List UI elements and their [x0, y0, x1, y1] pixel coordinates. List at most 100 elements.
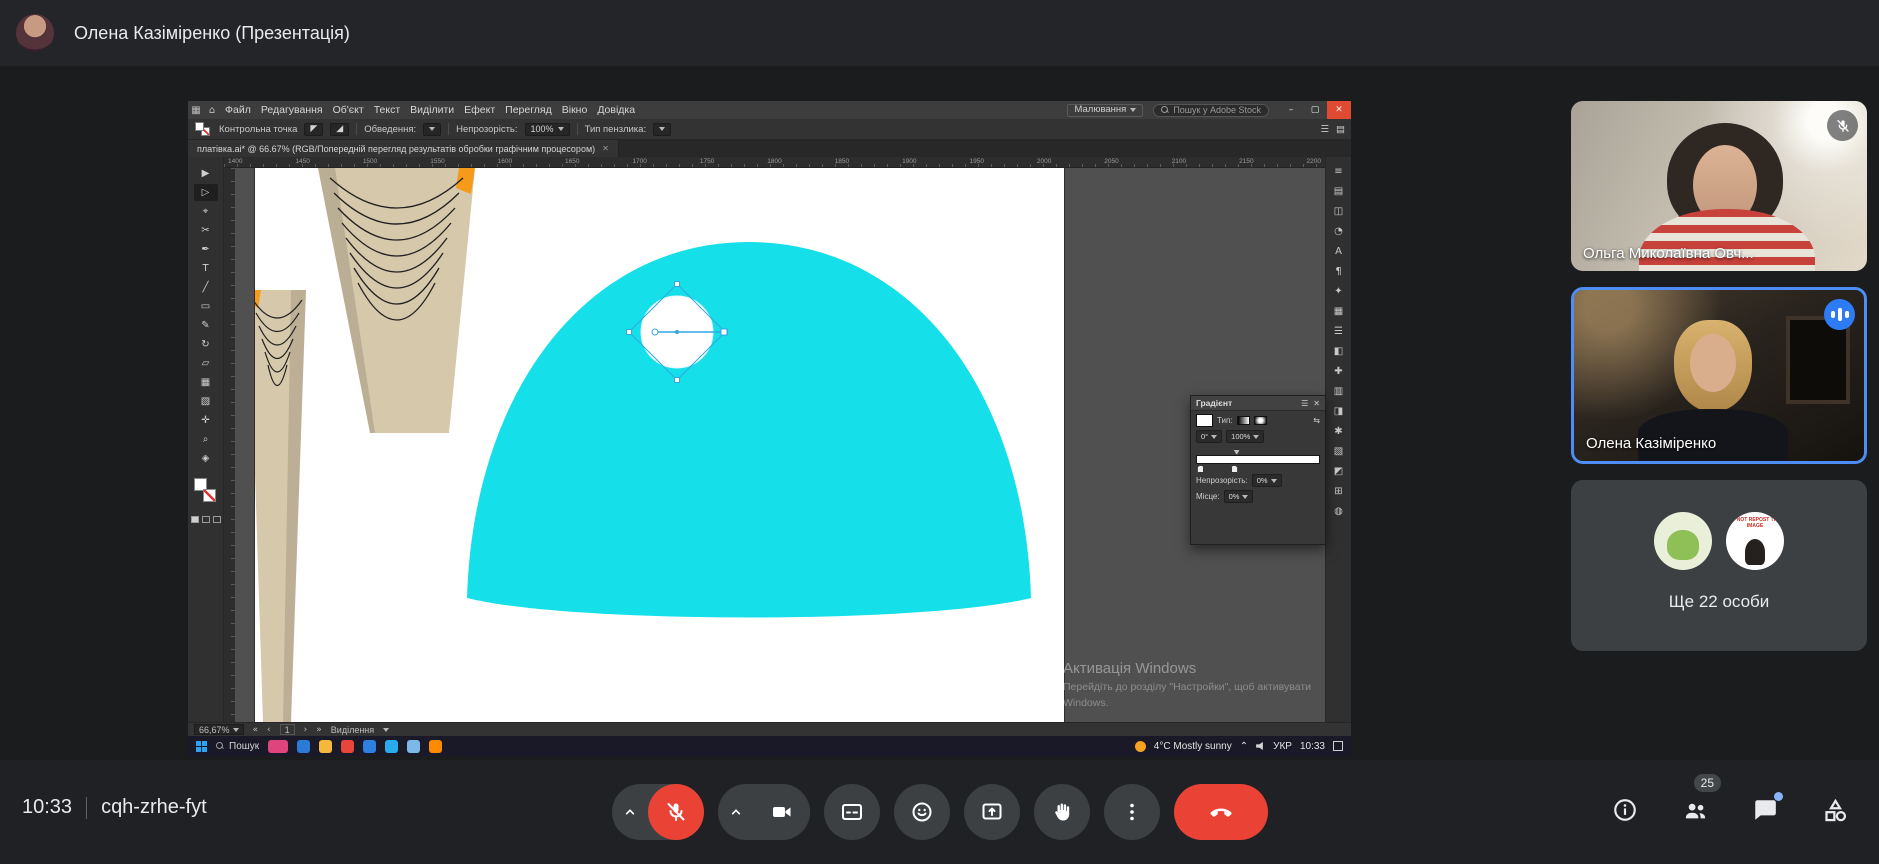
captions-button[interactable] — [824, 784, 880, 840]
maximize-button[interactable]: ▢ — [1303, 101, 1327, 119]
camera-button[interactable] — [754, 784, 810, 840]
radial-gradient-button[interactable] — [1254, 416, 1267, 425]
close-tab-icon[interactable]: ✕ — [602, 144, 609, 153]
taskbar-folder-icon[interactable] — [319, 740, 332, 753]
convert-smooth-button[interactable]: ◢ — [330, 123, 349, 136]
taskbar-chrome-icon[interactable] — [341, 740, 354, 753]
convert-corner-button[interactable]: ◤ — [304, 123, 323, 136]
home-icon[interactable]: ⌂ — [204, 105, 220, 116]
participant-tile-speaking[interactable]: Олена Казіміренко — [1571, 287, 1867, 464]
taskbar-mail-icon[interactable] — [297, 740, 310, 753]
gradient-panel-header[interactable]: Градієнт ☰ ✕ — [1191, 396, 1325, 411]
blend-tool-icon[interactable]: ✛ — [194, 412, 218, 429]
dock-panel-icon[interactable]: ◍ — [1329, 503, 1349, 520]
stop-location-dropdown[interactable]: 0% — [1224, 490, 1254, 503]
present-button[interactable] — [964, 784, 1020, 840]
cup-narrow[interactable] — [255, 290, 306, 722]
dock-panel-icon[interactable]: ▥ — [1329, 383, 1349, 400]
type-tool-icon[interactable]: T — [194, 260, 218, 277]
zoom-dropdown[interactable]: 66,67% — [194, 724, 244, 735]
dock-panel-icon[interactable]: ⊞ — [1329, 483, 1349, 500]
next-artboard-icon[interactable]: › — [304, 725, 308, 735]
dock-panel-icon[interactable]: ◧ — [1329, 343, 1349, 360]
magic-wand-tool-icon[interactable]: ⌖ — [194, 203, 218, 220]
horizontal-ruler[interactable]: 1400 1450 1500 1550 1600 1650 1700 1750 … — [224, 157, 1325, 168]
selection-tool-icon[interactable]: ▶ — [194, 165, 218, 182]
pencil-tool-icon[interactable]: ✎ — [194, 317, 218, 334]
meeting-details-button[interactable] — [1611, 796, 1639, 824]
color-mode-buttons[interactable] — [191, 516, 221, 523]
menu-select[interactable]: Виділити — [405, 104, 459, 116]
panel-grid-icon[interactable]: ▤ — [1336, 124, 1345, 135]
tray-expand-icon[interactable]: ⌃ — [1240, 741, 1248, 752]
gradient-button[interactable] — [202, 516, 210, 523]
taskbar-edge-icon[interactable] — [363, 740, 376, 753]
menu-help[interactable]: Довідка — [592, 104, 640, 116]
dock-panel-icon[interactable]: ◨ — [1329, 403, 1349, 420]
dock-panel-icon[interactable]: ◩ — [1329, 463, 1349, 480]
activities-button[interactable] — [1821, 796, 1849, 824]
taskbar-search[interactable]: Пошук — [216, 741, 259, 752]
dock-panel-icon[interactable]: ✚ — [1329, 363, 1349, 380]
direct-selection-tool-icon[interactable]: ▷ — [194, 184, 218, 201]
dome-shape[interactable] — [467, 242, 1031, 618]
dock-panel-icon[interactable]: ▦ — [1329, 303, 1349, 320]
menu-edit[interactable]: Редагування — [256, 104, 328, 116]
notification-center-icon[interactable] — [1333, 741, 1343, 751]
taskbar-clock[interactable]: 10:33 — [1300, 741, 1325, 752]
prev-artboard-icon[interactable]: ‹ — [267, 725, 271, 735]
pen-tool-icon[interactable]: ✒ — [194, 241, 218, 258]
menu-object[interactable]: Об'єкт — [328, 104, 369, 116]
participant-tile[interactable]: Ольга Миколаївна Овч... — [1571, 101, 1867, 271]
minimize-button[interactable]: – — [1279, 101, 1303, 119]
panel-menu-icon[interactable]: ☰ — [1320, 124, 1329, 135]
panel-menu-icon[interactable]: ☰ — [1301, 399, 1308, 408]
rectangle-tool-icon[interactable]: ▭ — [194, 298, 218, 315]
dock-panel-icon[interactable]: ▧ — [1329, 443, 1349, 460]
first-artboard-icon[interactable]: « — [253, 725, 259, 735]
dock-panel-icon[interactable]: ◔ — [1329, 223, 1349, 240]
dock-panel-icon[interactable]: ▤ — [1329, 183, 1349, 200]
dock-panel-icon[interactable]: ≡ — [1329, 163, 1349, 180]
gradient-stop[interactable] — [1197, 465, 1204, 473]
chat-button[interactable] — [1751, 796, 1779, 824]
gradient-stop[interactable] — [1231, 465, 1238, 473]
taskbar-telegram-icon[interactable] — [385, 740, 398, 753]
cup-large[interactable] — [318, 168, 475, 433]
artboard-tool-icon[interactable]: ◈ — [194, 450, 218, 467]
raise-hand-button[interactable] — [1034, 784, 1090, 840]
workspace-switcher[interactable]: Малювання — [1067, 104, 1143, 117]
scale-tool-icon[interactable]: ▱ — [194, 355, 218, 372]
fill-stroke-swatch[interactable] — [194, 121, 212, 137]
taskbar-photos-icon[interactable] — [268, 740, 288, 753]
canvas-area[interactable] — [224, 168, 1325, 722]
dock-panel-icon[interactable]: ¶ — [1329, 263, 1349, 280]
reverse-gradient-icon[interactable]: ⇆ — [1313, 416, 1320, 425]
stop-opacity-dropdown[interactable]: 0% — [1252, 474, 1282, 487]
line-tool-icon[interactable]: ╱ — [194, 279, 218, 296]
more-options-button[interactable] — [1104, 784, 1160, 840]
gradient-slider[interactable] — [1196, 449, 1320, 471]
close-panel-icon[interactable]: ✕ — [1313, 399, 1320, 408]
menu-effect[interactable]: Ефект — [459, 104, 500, 116]
vertical-ruler[interactable] — [224, 168, 235, 722]
taskbar-illustrator-icon[interactable] — [429, 740, 442, 753]
stock-search-input[interactable]: Пошук у Adobe Stock — [1153, 104, 1269, 117]
last-artboard-icon[interactable]: » — [316, 725, 322, 735]
end-call-button[interactable] — [1174, 784, 1268, 840]
color-button[interactable] — [191, 516, 199, 523]
menu-file[interactable]: Файл — [220, 104, 256, 116]
artboard[interactable] — [255, 168, 1064, 722]
gradient-angle-dropdown[interactable]: 0° — [1196, 430, 1222, 443]
camera-options-button[interactable] — [718, 802, 754, 822]
menu-window[interactable]: Вікно — [557, 104, 593, 116]
menu-view[interactable]: Перегляд — [500, 104, 557, 116]
dock-panel-icon[interactable]: ✱ — [1329, 423, 1349, 440]
gradient-tool-icon[interactable]: ▧ — [194, 393, 218, 410]
gradient-bar[interactable] — [1196, 455, 1320, 464]
dock-panel-icon[interactable]: ✦ — [1329, 283, 1349, 300]
mute-button[interactable] — [648, 784, 704, 840]
app-grid-icon[interactable]: ▦ — [188, 105, 204, 116]
taskbar-store-icon[interactable] — [407, 740, 420, 753]
participants-button[interactable]: 25 — [1681, 796, 1709, 824]
